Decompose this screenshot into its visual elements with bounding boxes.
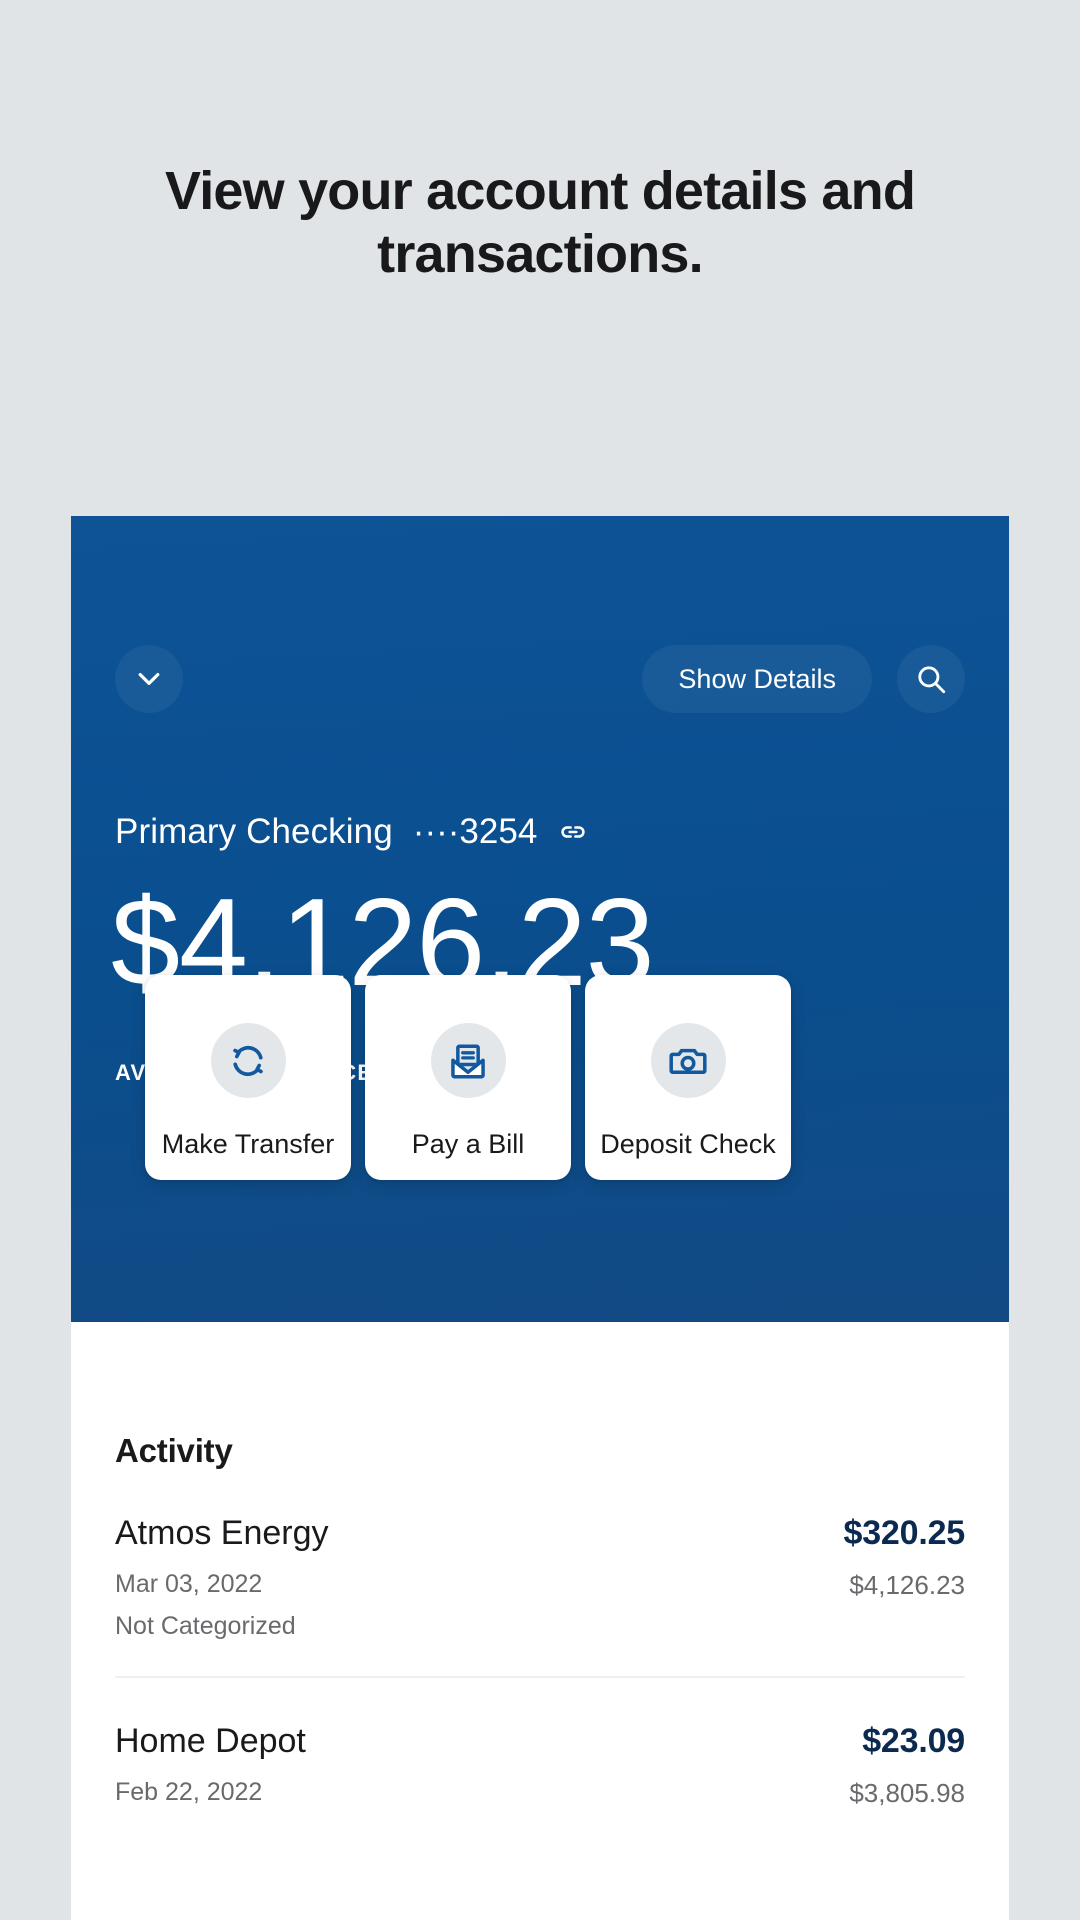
show-details-label: Show Details	[678, 663, 836, 694]
transaction-running-balance: $3,805.98	[849, 1777, 965, 1808]
account-mask: ····3254	[412, 812, 538, 851]
transaction-date: Feb 22, 2022	[115, 1777, 263, 1806]
transaction-amounts: $320.25 $4,126.23	[843, 1512, 965, 1601]
link-icon[interactable]	[557, 816, 589, 848]
transaction-amount: $23.09	[862, 1722, 965, 1761]
pay-a-bill-action[interactable]: Pay a Bill	[365, 975, 571, 1180]
camera-icon-background	[650, 1023, 726, 1098]
chevron-down-icon	[138, 673, 160, 685]
transaction-details: Home Depot Feb 22, 2022	[115, 1720, 306, 1808]
make-transfer-label: Make Transfer	[161, 1129, 335, 1159]
pay-a-bill-label: Pay a Bill	[411, 1129, 525, 1159]
transaction-merchant: Atmos Energy	[115, 1514, 329, 1552]
account-identity-row: Primary Checking ····3254	[115, 812, 589, 852]
show-details-button[interactable]: Show Details	[642, 645, 872, 713]
collapse-button[interactable]	[115, 645, 183, 713]
transaction-details: Atmos Energy Mar 03, 2022 Not Categorize…	[115, 1512, 329, 1642]
transaction-merchant: Home Depot	[115, 1722, 306, 1761]
search-button[interactable]	[897, 645, 965, 713]
account-name: Primary Checking	[115, 812, 393, 851]
activity-section: Activity Atmos Energy Mar 03, 2022 Not C…	[71, 1322, 1009, 1844]
transaction-amount: $320.25	[843, 1514, 965, 1552]
bill-envelope-icon	[451, 1044, 485, 1078]
camera-icon	[669, 1048, 707, 1074]
hero-control-row: Show Details	[71, 642, 1009, 716]
transaction-running-balance: $4,126.23	[849, 1569, 965, 1600]
transaction-amounts: $23.09 $3,805.98	[849, 1720, 965, 1809]
hero-right-controls: Show Details	[642, 645, 965, 713]
table-row[interactable]: Home Depot Feb 22, 2022 $23.09 $3,805.98	[115, 1678, 965, 1843]
account-hero: Show Details Primary Checking ····3254 $…	[71, 516, 1009, 1322]
transaction-category: Not Categorized	[115, 1611, 296, 1640]
deposit-check-label: Deposit Check	[600, 1129, 776, 1159]
transaction-date: Mar 03, 2022	[115, 1569, 263, 1598]
transfer-icon-background	[210, 1023, 286, 1098]
page-title: View your account details and transactio…	[164, 161, 916, 285]
activity-heading: Activity	[115, 1432, 233, 1469]
account-card: Show Details Primary Checking ····3254 $…	[71, 516, 1009, 1920]
make-transfer-action[interactable]: Make Transfer	[145, 975, 351, 1180]
table-row[interactable]: Atmos Energy Mar 03, 2022 Not Categorize…	[115, 1470, 965, 1679]
quick-actions: Make Transfer Pay a Bill Deposit Check	[145, 975, 791, 1180]
search-icon	[918, 666, 946, 694]
deposit-check-action[interactable]: Deposit Check	[585, 975, 791, 1180]
transfer-sync-icon	[233, 1045, 263, 1076]
bill-icon-background	[430, 1023, 506, 1098]
